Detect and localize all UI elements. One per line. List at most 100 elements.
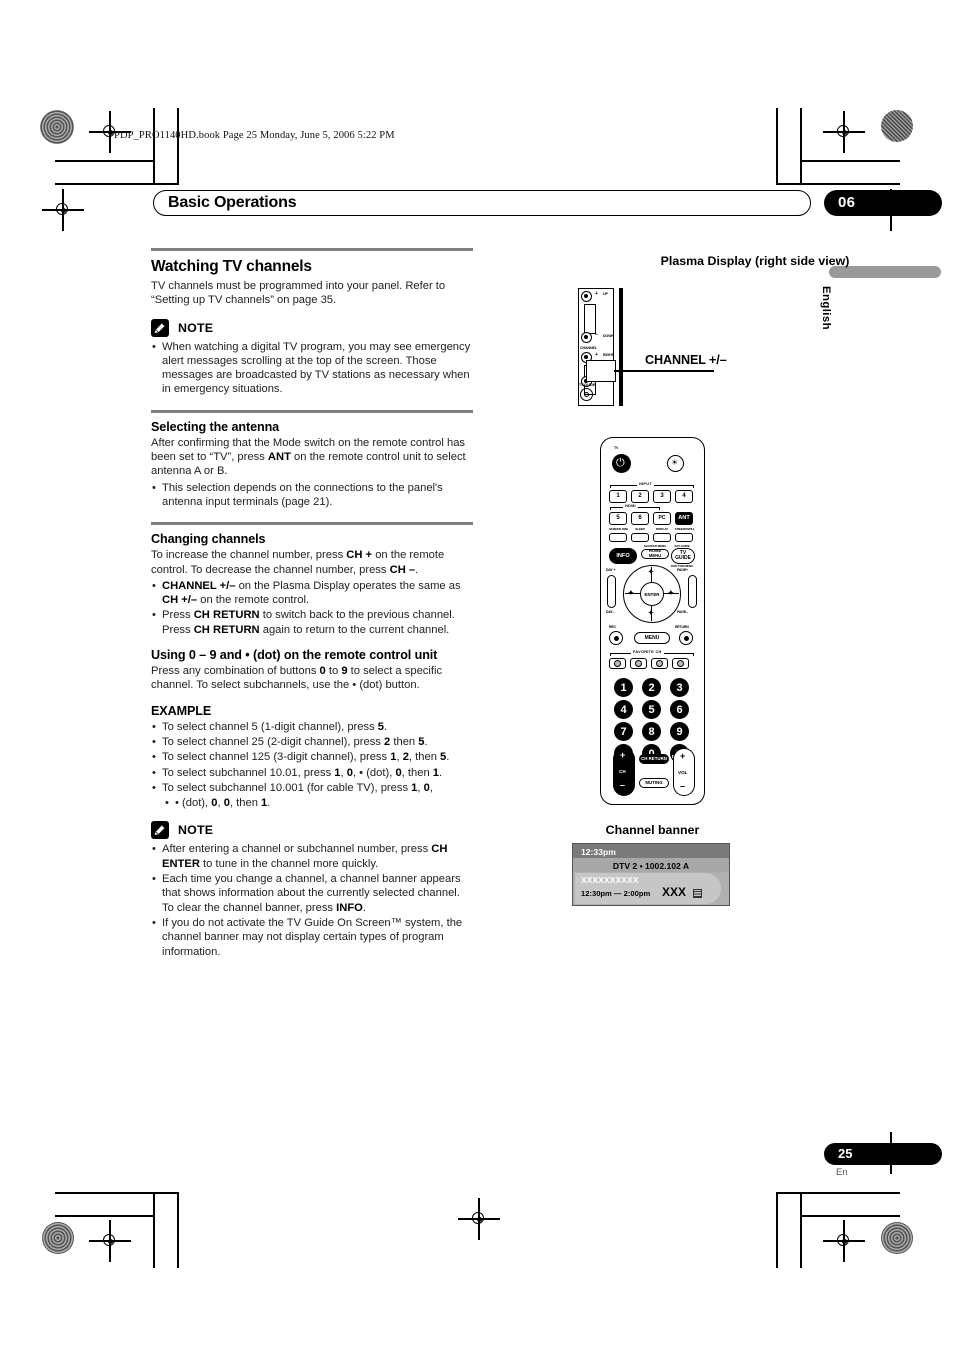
panel-diagram-title: Plasma Display (right side view) [660,254,850,268]
ch-minus-label: – [620,780,626,790]
direction-pad[interactable]: ✦ ✦ ✦ ✦ ENTER [623,565,681,623]
text-bold: CH – [389,563,416,576]
ch-plus-label: + [620,750,626,760]
favorite-ch-button-4[interactable] [672,658,689,669]
arrow-left-icon[interactable]: ✦ [628,590,634,597]
input-button-6[interactable]: 6 [631,512,649,525]
registration-target [823,111,865,153]
home-menu-button[interactable]: HOME MENU [641,549,669,559]
section-rule [151,522,473,526]
text-run: . [362,901,366,914]
input-button-5[interactable]: 5 [609,512,627,525]
muting-button[interactable]: MUTING [639,778,669,788]
keypad-paragraph: Press any combination of buttons 0 to 9 … [151,664,473,693]
number-key-8[interactable]: 8 [642,722,661,741]
pencil-icon [151,318,169,337]
channel-banner-title: Channel banner [605,823,700,837]
number-key-5[interactable]: 5 [642,700,661,719]
page-number-badge: 25 [824,1143,942,1165]
text-bold: CH + [346,549,373,562]
number-key-9[interactable]: 9 [670,722,689,741]
changing-channels-list: CHANNEL +/– on the Plasma Display operat… [151,579,473,637]
banner-program-title: XXXXXXXXXX [581,876,639,885]
list-item: To select channel 25 (2-digit channel), … [151,735,473,750]
text-run: Each time you change a channel, a channe… [162,873,461,914]
volume-rocker-button[interactable]: + VOL – [673,748,695,796]
list-item: Press CH RETURN to switch back to the pr… [151,608,473,637]
favorite-ch-button-2[interactable] [630,658,647,669]
tv-label: TV [614,446,619,450]
registration-target [823,1220,865,1262]
favorite-ch-button-3[interactable] [651,658,668,669]
input-button-2[interactable]: 2 [631,490,649,503]
channel-rocker-button[interactable]: + CH – [613,748,635,796]
light-button[interactable] [667,455,684,472]
freeze-button[interactable] [675,533,693,542]
chapter-number: 06 [838,194,856,211]
panel-label-tv-guide: TV GUIDE [579,383,596,387]
list-item: To select channel 5 (1-digit channel), p… [151,720,473,735]
text-bold: CHANNEL +/– [162,579,236,592]
info-button[interactable]: INFO [609,548,637,564]
list-item: Each time you change a channel, a channe… [151,872,473,915]
text-run: Press [162,609,194,622]
ch-return-button[interactable]: CH RETURN [639,754,669,764]
menu-button[interactable]: MENU [634,632,670,644]
text-run: • (dot), [175,797,212,810]
page-number: 25 [838,1146,853,1161]
display-button[interactable] [653,533,671,542]
input-button-3[interactable]: 3 [653,490,671,503]
callout-highlight-box [586,360,616,382]
rec-button[interactable] [609,631,623,645]
panel-label-right: RIGHT [603,353,614,357]
vol-minus-label: – [680,781,686,791]
number-key-2[interactable]: 2 [642,678,661,697]
chapter-header-bar: Basic Operations [153,190,811,216]
text-bold: ANT [267,451,291,464]
ant-button[interactable]: ANT [675,512,693,525]
page-title: Watching TV channels [151,258,312,275]
volume-up-knob-icon [581,291,592,302]
number-key-3[interactable]: 3 [670,678,689,697]
enter-button[interactable]: ENTER [640,582,664,606]
arrow-right-icon[interactable]: ✦ [668,590,674,597]
number-key-4[interactable]: 4 [614,700,633,719]
sleep-button[interactable] [631,533,649,542]
screen-size-button[interactable] [609,533,627,542]
text-run: then [390,735,419,748]
power-button[interactable] [612,454,631,473]
panel-edge [619,288,623,406]
tv-guide-button[interactable] [580,388,593,401]
number-key-7[interactable]: 7 [614,722,633,741]
input-button-4[interactable]: 4 [675,490,693,503]
number-key-6[interactable]: 6 [670,700,689,719]
favorite-ch-button-1[interactable] [609,658,626,669]
vol-label: VOL [678,770,688,775]
day-rocker[interactable] [607,575,616,608]
arrow-down-icon[interactable]: ✦ [648,610,654,617]
text-run: . [439,766,443,779]
halftone-circle [40,110,74,144]
page-rocker[interactable] [688,575,697,608]
list-item: This selection depends on the connection… [151,481,473,510]
arrow-up-icon[interactable]: ✦ [648,569,654,576]
panel-label-channel: CHANNEL [580,346,597,350]
changing-channels-paragraph: To increase the channel number, press CH… [151,548,473,577]
text-run: To select subchannel 10.001 (for cable T… [162,781,412,794]
registration-target [458,1198,500,1240]
input-button-1[interactable]: 1 [609,490,627,503]
return-button[interactable] [679,631,693,645]
volume-rocker[interactable] [584,304,596,334]
tv-guide-button[interactable]: TV GUIDE [671,548,695,564]
minus-symbol: – [595,332,598,338]
text-run: , then [408,751,441,764]
freeze-label: FREEZE/STILL [675,527,695,531]
changing-channels-heading: Changing channels [151,532,266,547]
number-key-1[interactable]: 1 [614,678,633,697]
section-rule [151,409,473,413]
hdmi-group-label: HDMI [623,504,638,508]
pc-button[interactable]: PC [653,512,671,525]
ch-label: CH [619,769,626,774]
text-run: , • (dot), [352,766,396,779]
text-run: To select subchannel 10.01, press [162,766,335,779]
